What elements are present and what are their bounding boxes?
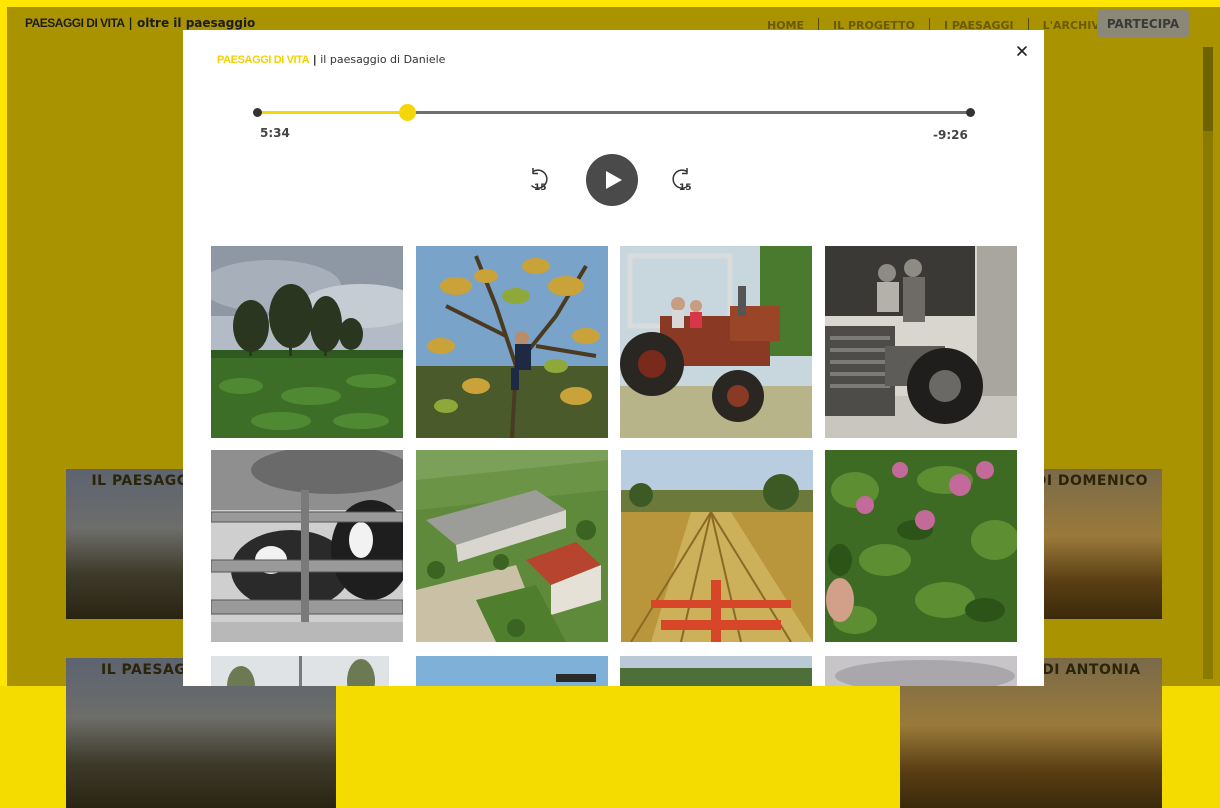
time-remaining: -9:26 xyxy=(933,128,968,142)
progress-start-dot xyxy=(253,108,262,117)
photo-row3-4[interactable] xyxy=(825,656,1017,686)
modal-title: PAESAGGI DI VITA | il paesaggio di Danie… xyxy=(217,53,445,66)
progress-fill xyxy=(258,111,408,114)
trees-field-photo[interactable] xyxy=(211,246,403,438)
time-elapsed: 5:34 xyxy=(260,126,290,140)
skip-back-label: 15 xyxy=(534,183,547,193)
close-icon xyxy=(1017,46,1027,56)
skip-forward-button[interactable]: 15 xyxy=(669,165,695,193)
children-on-tractor-photo[interactable] xyxy=(620,246,812,438)
partecipa-button[interactable]: PARTECIPA xyxy=(1097,10,1189,37)
play-button[interactable] xyxy=(586,154,638,206)
replay-15-icon: 15 xyxy=(530,168,548,193)
forward-15-icon: 15 xyxy=(672,168,692,193)
site-brand[interactable]: PAESAGGI DI VITA | oltre il paesaggio xyxy=(25,16,255,30)
frame-top xyxy=(0,0,1220,7)
clover-flowers-photo[interactable] xyxy=(825,450,1017,642)
skip-back-button[interactable]: 15 xyxy=(525,165,551,193)
photo-row3-1[interactable] xyxy=(211,656,389,686)
page-scrollbar-thumb[interactable] xyxy=(1203,47,1213,131)
couple-on-tractor-bw-photo[interactable] xyxy=(825,246,1017,438)
site-brand-name: PAESAGGI DI VITA xyxy=(25,16,125,30)
close-button[interactable] xyxy=(1013,42,1031,60)
play-icon xyxy=(606,171,622,189)
farm-aerial-photo[interactable] xyxy=(416,450,608,642)
site-tagline: | oltre il paesaggio xyxy=(128,16,256,30)
progress-handle[interactable] xyxy=(399,104,416,121)
progress-end-dot xyxy=(966,108,975,117)
photo-row3-3[interactable] xyxy=(620,656,812,686)
modal-brand: PAESAGGI DI VITA xyxy=(217,54,310,66)
modal-subtitle: il paesaggio di Daniele xyxy=(320,53,446,66)
skip-forward-label: 15 xyxy=(679,183,692,193)
frame-left xyxy=(0,0,7,686)
harvested-field-photo[interactable] xyxy=(621,450,813,642)
man-in-tree-photo[interactable] xyxy=(416,246,608,438)
cows-fence-bw-photo[interactable] xyxy=(211,450,403,642)
audio-modal: PAESAGGI DI VITA | il paesaggio di Danie… xyxy=(183,30,1044,686)
photo-row3-2[interactable] xyxy=(416,656,608,686)
modal-separator: | xyxy=(312,53,317,66)
page-scrollbar[interactable] xyxy=(1203,47,1213,679)
